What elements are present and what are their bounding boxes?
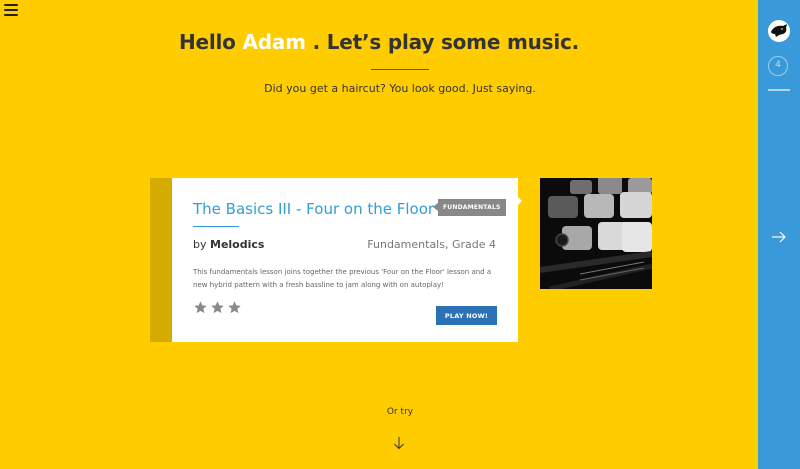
- right-sidebar: 4: [758, 0, 800, 469]
- or-try-label: Or try: [386, 407, 414, 417]
- lesson-card-body: The Basics III - Four on the Floor FUNDA…: [172, 178, 518, 342]
- title-underline: [193, 226, 239, 227]
- card-accent-stripe: [150, 178, 172, 342]
- user-avatar-icon[interactable]: [768, 20, 790, 42]
- lesson-category: Fundamentals, Grade 4: [367, 238, 496, 251]
- hamburger-menu-icon[interactable]: [4, 4, 18, 16]
- category-badge: FUNDAMENTALS: [433, 199, 506, 216]
- lesson-title[interactable]: The Basics III - Four on the Floor: [193, 200, 434, 218]
- heading-divider: [371, 69, 429, 70]
- star-icon: [211, 301, 224, 314]
- user-name: Adam: [242, 30, 306, 54]
- greeting-suffix: . Let’s play some music.: [312, 30, 580, 54]
- arrow-right-icon[interactable]: [771, 229, 787, 245]
- sidebar-divider: [768, 89, 790, 91]
- lesson-description: This fundamentals lesson joins together …: [193, 268, 492, 289]
- lesson-card: The Basics III - Four on the Floor FUNDA…: [150, 178, 518, 342]
- card-pointer: [518, 197, 522, 205]
- greeting-subtitle: Did you get a haircut? You look good. Ju…: [264, 82, 536, 95]
- lesson-count-badge[interactable]: 4: [768, 56, 788, 76]
- drum-pad-controller-image[interactable]: [540, 178, 652, 289]
- play-now-button[interactable]: PLAY NOW!: [436, 306, 497, 325]
- by-prefix: by: [193, 238, 207, 251]
- star-icon: [194, 301, 207, 314]
- lesson-byline: by Melodics: [193, 238, 264, 251]
- star-rating: [193, 300, 242, 315]
- greeting-prefix: Hello: [178, 30, 236, 54]
- lesson-author: Melodics: [210, 238, 265, 251]
- greeting-heading: Hello Adam . Let’s play some music.: [0, 30, 758, 54]
- arrow-down-icon[interactable]: [393, 436, 405, 450]
- star-icon: [228, 301, 241, 314]
